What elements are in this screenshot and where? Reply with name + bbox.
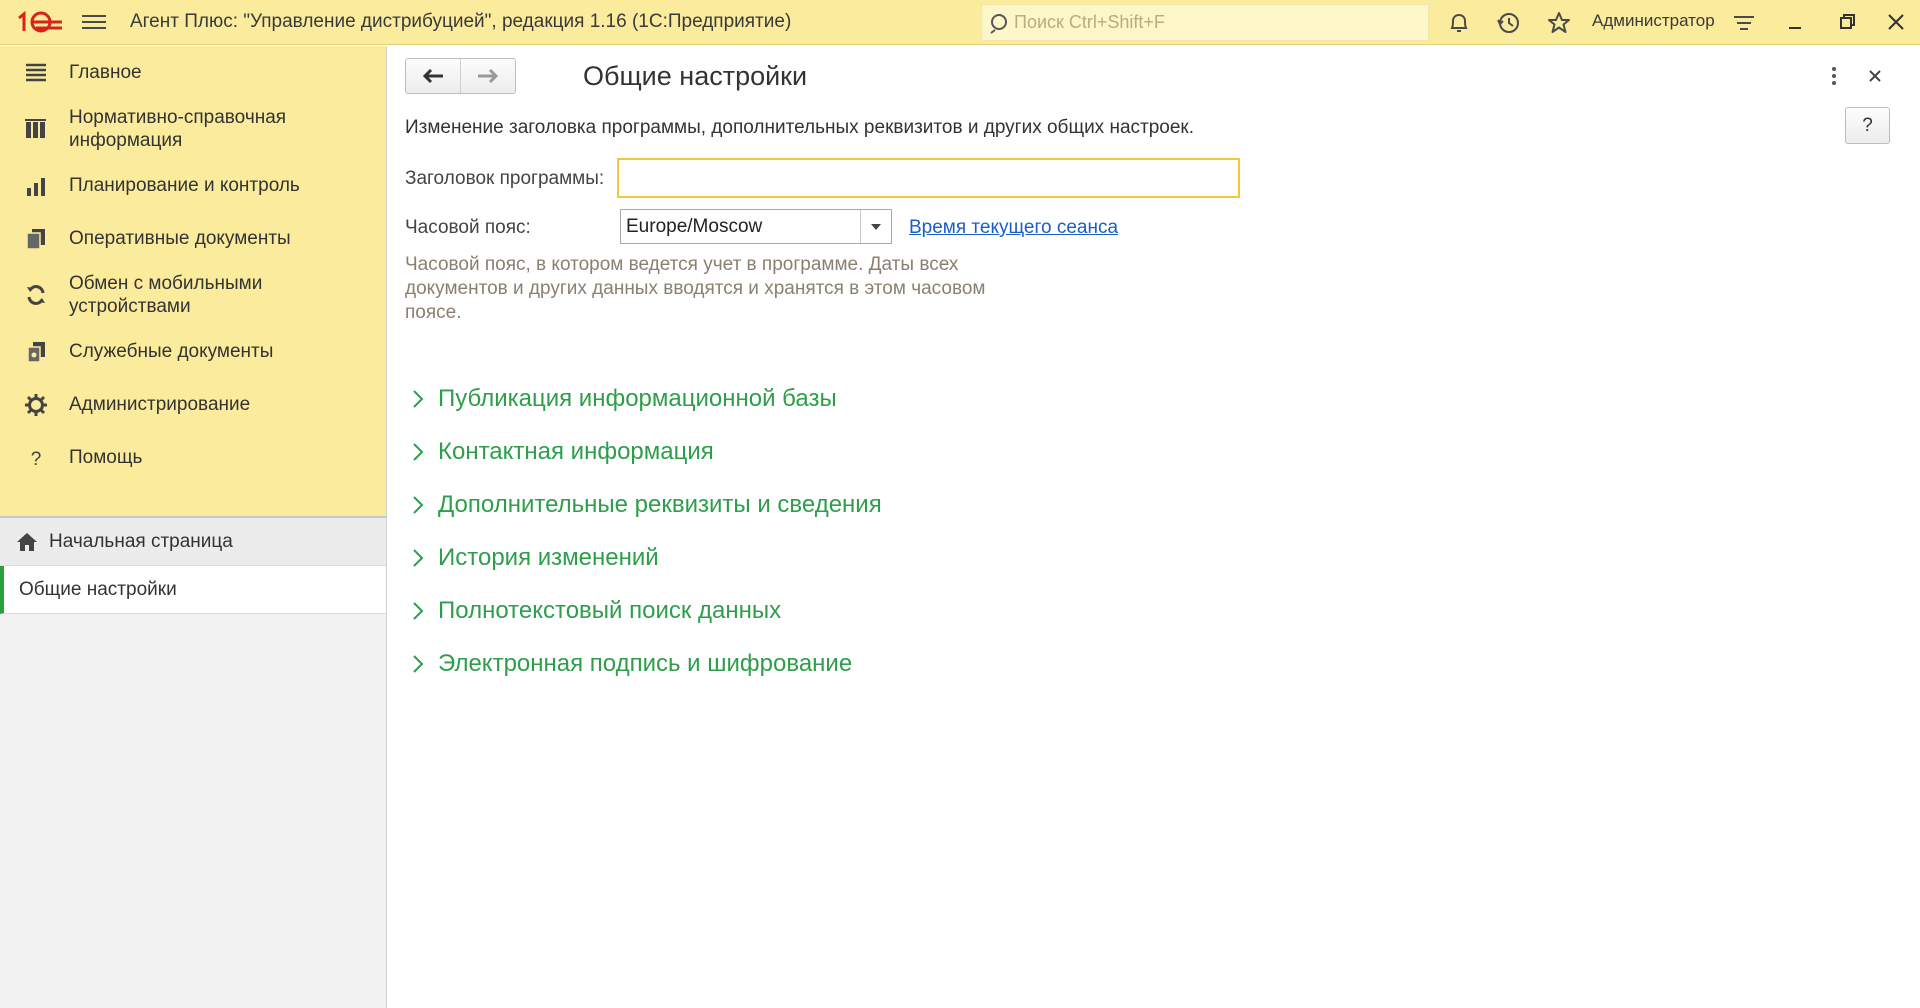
- arrow-left-icon: [422, 68, 443, 84]
- bell-icon[interactable]: [1446, 10, 1472, 36]
- open-window-general-settings[interactable]: Общие настройки: [0, 566, 386, 614]
- group-label: Дополнительные реквизиты и сведения: [438, 490, 882, 518]
- timezone-label: Часовой пояс:: [405, 217, 531, 238]
- sidebar-item-label: Служебные документы: [69, 341, 274, 362]
- title-bar: Агент Плюс: "Управление дистрибуцией", р…: [0, 0, 1920, 45]
- sidebar-item-planning[interactable]: Планирование и контроль: [0, 165, 386, 206]
- program-title-label: Заголовок программы:: [405, 168, 605, 189]
- star-icon[interactable]: [1546, 10, 1572, 36]
- search-input[interactable]: [1014, 5, 1414, 40]
- documents-icon: [26, 228, 45, 250]
- settings-form: Общие настройки ? Изменение заголовка пр…: [388, 46, 1920, 1008]
- sidebar-item-operations[interactable]: Оперативные документы: [0, 218, 386, 259]
- group-label: Контактная информация: [438, 437, 714, 465]
- app-title: Агент Плюс: "Управление дистрибуцией", р…: [130, 11, 792, 32]
- home-icon: [17, 533, 37, 551]
- group-additional-attributes[interactable]: Дополнительные реквизиты и сведения: [405, 478, 882, 531]
- sidebar-item-admin[interactable]: Администрирование: [0, 384, 386, 425]
- sidebar-item-label: Обмен с мобильными устройствами: [69, 273, 263, 317]
- sidebar-item-main[interactable]: Главное: [0, 52, 386, 93]
- history-icon[interactable]: [1496, 10, 1522, 36]
- sidebar-item-mobile-exchange[interactable]: Обмен с мобильными устройствами: [0, 271, 386, 319]
- books-icon: [25, 119, 46, 138]
- timezone-dropdown-button[interactable]: [860, 210, 891, 243]
- timezone-select[interactable]: Europe/Moscow: [620, 209, 892, 244]
- group-contact-info[interactable]: Контактная информация: [405, 425, 882, 478]
- sections-panel: Главное Нормативно-справочная информация…: [0, 46, 386, 516]
- open-window-home[interactable]: Начальная страница: [0, 518, 386, 566]
- menu-icon[interactable]: [82, 12, 106, 32]
- search-box[interactable]: [981, 4, 1429, 41]
- chevron-right-icon: [413, 496, 424, 514]
- search-icon: [990, 14, 1007, 34]
- history-nav: [405, 58, 516, 94]
- session-time-link[interactable]: Время текущего сеанса: [909, 217, 1118, 239]
- group-fulltext-search[interactable]: Полнотекстовый поиск данных: [405, 584, 882, 637]
- gear-icon: [25, 393, 47, 416]
- group-label: Полнотекстовый поиск данных: [438, 596, 782, 624]
- chevron-right-icon: [413, 655, 424, 673]
- group-label: Электронная подпись и шифрование: [438, 649, 853, 677]
- sidebar-item-label: Планирование и контроль: [69, 175, 300, 196]
- restore-icon[interactable]: [1833, 8, 1861, 36]
- sidebar-item-help[interactable]: ? Помощь: [0, 437, 386, 478]
- settings-groups: Публикация информационной базы Контактна…: [405, 372, 882, 690]
- 1c-logo-icon[interactable]: [16, 9, 64, 35]
- group-label: Публикация информационной базы: [438, 384, 837, 412]
- list-icon: [26, 63, 46, 81]
- sidebar-item-service-docs[interactable]: Служебные документы: [0, 331, 386, 372]
- minimize-icon[interactable]: [1781, 8, 1809, 36]
- timezone-hint: Часовой пояс, в котором ведется учет в п…: [405, 254, 986, 323]
- group-publication[interactable]: Публикация информационной базы: [405, 372, 882, 425]
- page-title: Общие настройки: [583, 61, 808, 91]
- svg-text:?: ?: [31, 449, 42, 470]
- chevron-right-icon: [413, 443, 424, 461]
- more-vertical-icon[interactable]: [1824, 64, 1844, 88]
- sidebar-item-label: Главное: [69, 62, 142, 83]
- sidebar-item-label: Администрирование: [69, 394, 251, 415]
- group-change-history[interactable]: История изменений: [405, 531, 882, 584]
- sidebar-item-label: Нормативно-справочная информация: [69, 107, 287, 151]
- back-button[interactable]: [406, 59, 460, 93]
- service-docs-icon: [27, 341, 45, 363]
- form-close-icon[interactable]: [1863, 64, 1887, 88]
- open-window-label: Начальная страница: [49, 530, 233, 552]
- sidebar-item-reference[interactable]: Нормативно-справочная информация: [0, 105, 386, 153]
- user-name[interactable]: Администратор: [1592, 11, 1715, 31]
- open-window-label: Общие настройки: [19, 578, 177, 600]
- group-label: История изменений: [438, 543, 659, 571]
- sidebar-item-label: Помощь: [69, 447, 143, 468]
- open-windows-list: Начальная страница Общие настройки: [0, 516, 386, 614]
- chevron-right-icon: [413, 390, 424, 408]
- group-digital-signature[interactable]: Электронная подпись и шифрование: [405, 637, 882, 690]
- sidebar-item-label: Оперативные документы: [69, 228, 291, 249]
- close-icon[interactable]: [1882, 8, 1910, 36]
- settings-lines-icon[interactable]: [1731, 10, 1757, 36]
- question-icon: ?: [31, 449, 42, 470]
- sidebar: Главное Нормативно-справочная информация…: [0, 46, 387, 1008]
- arrow-right-icon: [478, 68, 499, 84]
- sync-icon: [27, 285, 45, 305]
- program-title-input[interactable]: [617, 158, 1240, 198]
- help-button[interactable]: ?: [1845, 107, 1890, 144]
- form-description: Изменение заголовка программы, дополните…: [405, 117, 1195, 138]
- chevron-down-icon: [871, 223, 881, 230]
- chevron-right-icon: [413, 549, 424, 567]
- bar-chart-icon: [27, 177, 45, 196]
- chevron-right-icon: [413, 602, 424, 620]
- timezone-value: Europe/Moscow: [626, 216, 763, 237]
- forward-button[interactable]: [460, 59, 515, 93]
